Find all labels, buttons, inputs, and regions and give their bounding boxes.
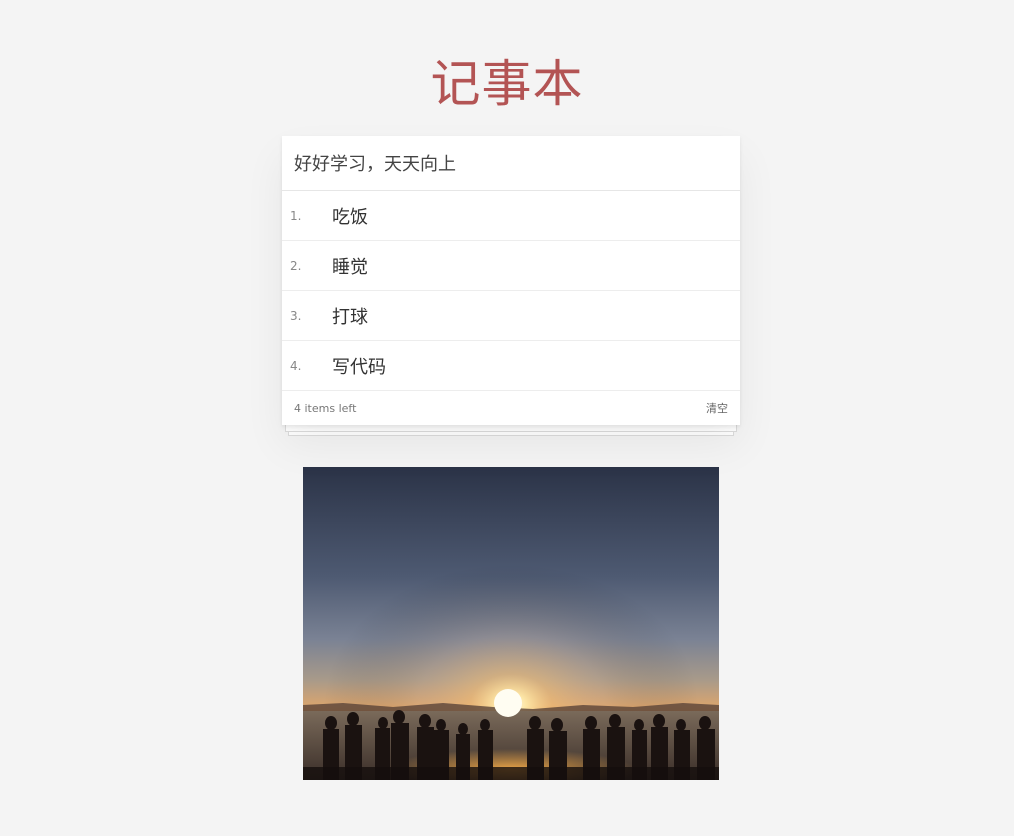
clear-button[interactable]: 清空: [706, 400, 728, 416]
todo-index: 3.: [290, 308, 302, 323]
sunset-photo: [303, 467, 719, 780]
todo-item[interactable]: 2. 睡觉: [282, 241, 740, 291]
todo-label: 打球: [332, 306, 368, 328]
todo-label: 写代码: [332, 356, 386, 378]
todo-item[interactable]: 3. 打球: [282, 291, 740, 341]
items-left-count: 4 items left: [294, 401, 357, 415]
todo-list: 1. 吃饭 2. 睡觉 3. 打球 4. 写代码: [282, 191, 740, 391]
todo-label: 吃饭: [332, 206, 368, 228]
todo-item[interactable]: 1. 吃饭: [282, 191, 740, 241]
todo-index: 1.: [290, 208, 302, 223]
todo-item[interactable]: 4. 写代码: [282, 341, 740, 391]
card-stack-layer: [285, 424, 737, 432]
new-todo-input[interactable]: [282, 136, 740, 191]
todo-card: 1. 吃饭 2. 睡觉 3. 打球 4. 写代码 4 items left 清空: [282, 136, 740, 425]
todo-index: 2.: [290, 258, 302, 273]
todo-footer: 4 items left 清空: [282, 391, 740, 425]
app-title: 记事本: [430, 54, 584, 113]
todo-index: 4.: [290, 358, 302, 373]
todo-label: 睡觉: [332, 256, 368, 278]
